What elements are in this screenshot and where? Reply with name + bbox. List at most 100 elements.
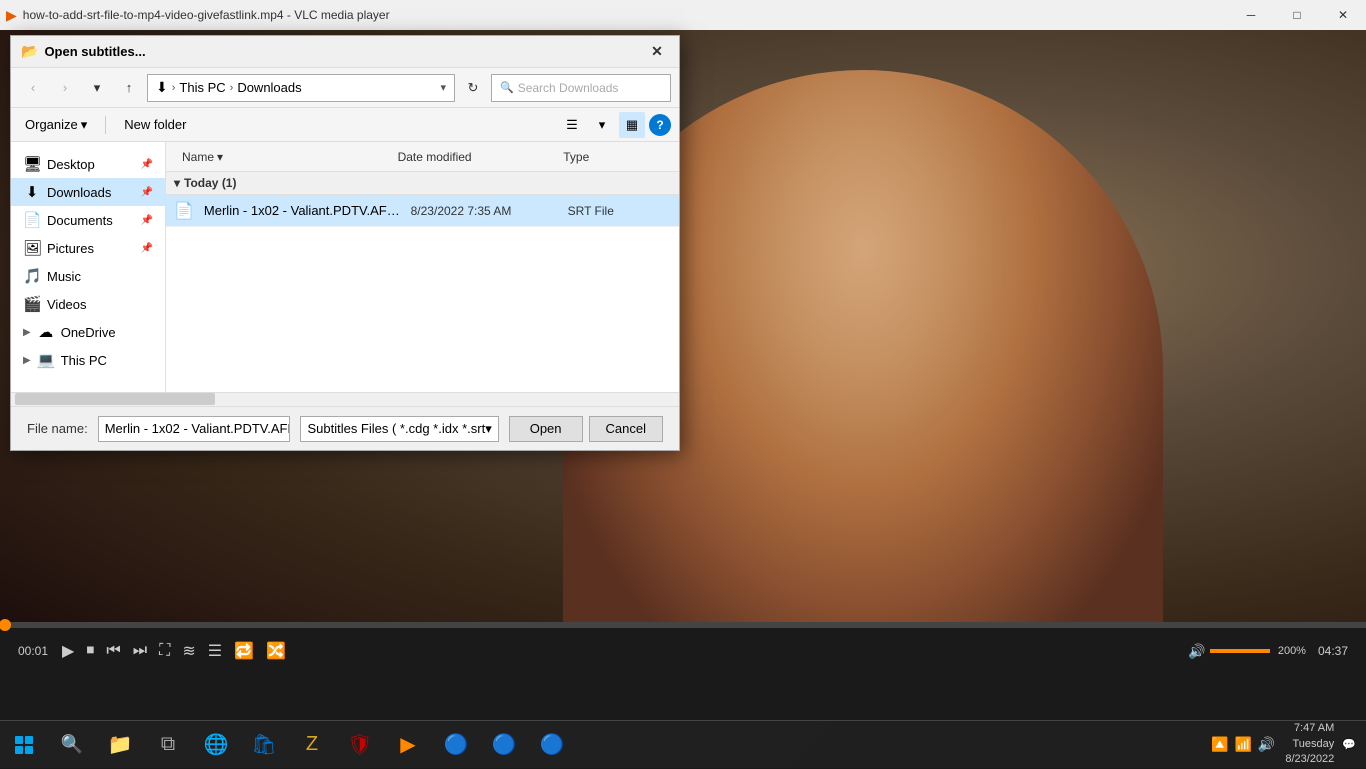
dialog-buttons: Open Cancel [509, 416, 663, 442]
file-name-input[interactable]: Merlin - 1x02 - Valiant.PDTV.AFFiNiTY.en… [98, 416, 291, 442]
up-button[interactable]: ↑ [115, 74, 143, 102]
sidebar-item-videos[interactable]: 🎬 Videos [11, 290, 165, 318]
group-header-today[interactable]: ▾ Today (1) [166, 172, 679, 195]
file-type-dropdown[interactable]: Subtitles Files ( *.cdg *.idx *.srt ▾ [300, 416, 498, 442]
new-folder-button[interactable]: New folder [118, 114, 192, 135]
taskbar-taskview[interactable]: ⧉ [144, 721, 192, 769]
taskbar-search-button[interactable]: 🔍 [48, 721, 96, 769]
network-icon[interactable]: 📶 [1234, 736, 1251, 753]
taskbar-chrome2[interactable]: 🔵 [480, 721, 528, 769]
breadcrumb-downloads: Downloads [237, 80, 301, 95]
sidebar-label-videos: Videos [47, 297, 153, 312]
file-list-header: Name ▾ Date modified Type [166, 142, 679, 172]
volume-fill [1210, 649, 1270, 653]
breadcrumb-chevron-2: › [230, 82, 234, 94]
taskbar-app1[interactable]: Z [288, 721, 336, 769]
volume-tray-icon[interactable]: 🔊 [1258, 736, 1275, 753]
controls-right: 🔊 200% 04:37 [1188, 643, 1356, 660]
clock[interactable]: 7:47 AM Tuesday 8/23/2022 [1285, 721, 1334, 767]
playlist-button[interactable]: ☰ [202, 637, 228, 665]
new-folder-label: New folder [124, 117, 186, 132]
music-icon: 🎵 [23, 267, 41, 285]
content-area: 🖥 Desktop 📌 ⬇ Downloads 📌 📄 Documents 📌 … [11, 142, 679, 392]
organize-button[interactable]: Organize ▾ [19, 114, 93, 136]
toolbar-separator [105, 116, 106, 134]
shuffle-button[interactable]: 🔀 [260, 637, 292, 665]
dialog-overlay: 📂 Open subtitles... ✕ ‹ › ▾ ↑ ⬇ › This P… [0, 30, 680, 550]
forward-button[interactable]: › [51, 74, 79, 102]
onedrive-expand: ▶ [23, 327, 31, 338]
organize-chevron: ▾ [81, 117, 88, 133]
notification-icon[interactable]: 💬 [1342, 738, 1356, 751]
layout-button[interactable]: ▦ [619, 112, 645, 138]
view-chevron[interactable]: ▾ [589, 112, 615, 138]
sidebar-item-thispc[interactable]: ▶ 💻 This PC [11, 346, 165, 374]
sidebar-item-documents[interactable]: 📄 Documents 📌 [11, 206, 165, 234]
progress-bar[interactable] [0, 622, 1366, 628]
fullscreen-button[interactable]: ⛶ [153, 638, 176, 664]
next-button[interactable]: ⏭ [127, 638, 153, 664]
titlebar-buttons: ─ □ ✕ [1228, 0, 1366, 30]
titlebar-text: how-to-add-srt-file-to-mp4-video-givefas… [23, 8, 1228, 22]
back-button[interactable]: ‹ [19, 74, 47, 102]
dialog-titlebar: 📂 Open subtitles... ✕ [11, 36, 679, 68]
sidebar-item-music[interactable]: 🎵 Music [11, 262, 165, 290]
taskbar-vlc[interactable]: ▶ [384, 721, 432, 769]
refresh-button[interactable]: ↻ [459, 74, 487, 102]
videos-icon: 🎬 [23, 295, 41, 313]
vlc-icon: ▶ [6, 7, 17, 24]
sidebar-item-onedrive[interactable]: ▶ ☁ OneDrive [11, 318, 165, 346]
file-type-chevron: ▾ [485, 421, 492, 437]
prev-button[interactable]: ⏮ [100, 638, 126, 664]
dialog-title: Open subtitles... [44, 44, 645, 59]
open-button[interactable]: Open [509, 416, 583, 442]
volume-percent: 200% [1278, 645, 1306, 657]
taskbar-store[interactable]: 🛍 [240, 721, 288, 769]
volume-bar[interactable] [1210, 649, 1270, 653]
recent-locations-button[interactable]: ▾ [83, 74, 111, 102]
sidebar-label-thispc: This PC [61, 353, 153, 368]
pictures-pin: 📌 [141, 243, 153, 254]
breadcrumb-expand: ▾ [440, 81, 446, 94]
taskbar-chrome1[interactable]: 🔵 [432, 721, 480, 769]
close-button[interactable]: ✕ [1320, 0, 1366, 30]
help-button[interactable]: ? [649, 114, 671, 136]
toolbar-right: ☰ ▾ ▦ ? [559, 112, 671, 138]
breadcrumb-bar[interactable]: ⬇ › This PC › Downloads ▾ [147, 74, 455, 102]
column-date[interactable]: Date modified [390, 150, 556, 164]
horizontal-scrollbar[interactable] [11, 392, 679, 406]
logo-sq-2 [25, 736, 33, 744]
table-row[interactable]: 📄 Merlin - 1x02 - Valiant.PDTV.AFFiNiTY.… [166, 195, 679, 227]
taskbar-chrome3[interactable]: 🔵 [528, 721, 576, 769]
sidebar-item-pictures[interactable]: 🖼 Pictures 📌 [11, 234, 165, 262]
minimize-button[interactable]: ─ [1228, 0, 1274, 30]
cancel-button[interactable]: Cancel [589, 416, 663, 442]
maximize-button[interactable]: □ [1274, 0, 1320, 30]
sidebar-label-downloads: Downloads [47, 185, 133, 200]
dialog-close-button[interactable]: ✕ [645, 40, 669, 64]
name-sort-indicator: ▾ [217, 150, 223, 164]
volume-icon: 🔊 [1188, 643, 1205, 660]
time-total: 04:37 [1318, 644, 1348, 658]
sidebar-label-desktop: Desktop [47, 157, 133, 172]
sidebar-item-downloads[interactable]: ⬇ Downloads 📌 [11, 178, 165, 206]
equalizer-button[interactable]: ≋ [176, 637, 201, 665]
start-button[interactable] [0, 721, 48, 769]
view-options-button[interactable]: ☰ [559, 112, 585, 138]
taskbar-app2[interactable]: 🛡 [336, 721, 384, 769]
taskbar-file-explorer[interactable]: 📁 [96, 721, 144, 769]
desktop-pin: 📌 [141, 159, 153, 170]
search-box[interactable]: 🔍 Search Downloads [491, 74, 671, 102]
repeat-button[interactable]: 🔁 [228, 637, 260, 665]
stop-button[interactable]: ⏹ [80, 638, 100, 664]
open-subtitles-dialog: 📂 Open subtitles... ✕ ‹ › ▾ ↑ ⬇ › This P… [10, 35, 680, 451]
play-button[interactable]: ▶ [56, 637, 80, 665]
toolbar: Organize ▾ New folder ☰ ▾ ▦ ? [11, 108, 679, 142]
taskbar-edge[interactable]: 🌐 [192, 721, 240, 769]
column-type[interactable]: Type [555, 150, 671, 164]
sidebar-label-music: Music [47, 269, 153, 284]
tray-expand[interactable]: 🔼 [1211, 736, 1228, 753]
breadcrumb-chevron-1: › [172, 82, 176, 94]
sidebar-item-desktop[interactable]: 🖥 Desktop 📌 [11, 150, 165, 178]
column-name[interactable]: Name ▾ [174, 150, 390, 164]
